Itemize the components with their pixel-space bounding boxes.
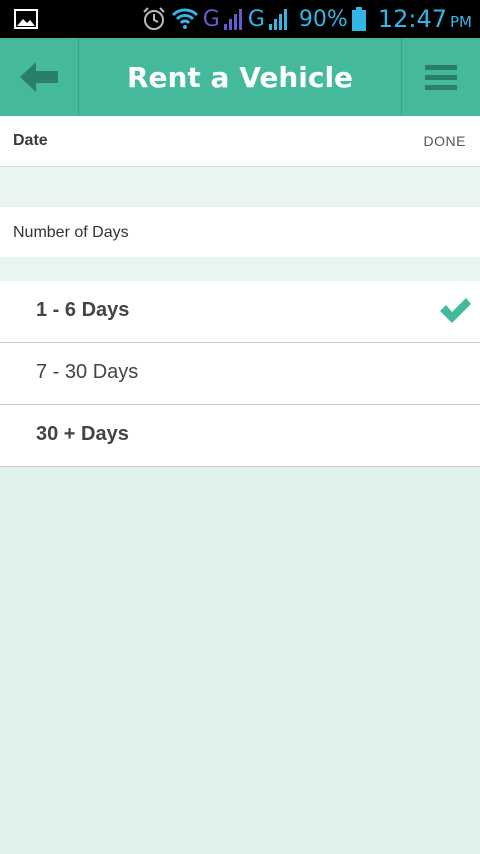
option-label: 30 + Days [36, 423, 129, 445]
checkmark-icon [440, 298, 471, 323]
option-label: 1 - 6 Days [36, 299, 130, 321]
option-7-30-days[interactable]: 7 - 30 Days [0, 343, 480, 405]
page-title: Rent a Vehicle [126, 60, 354, 94]
date-label: Date [13, 132, 48, 149]
signal-icon [223, 9, 242, 30]
option-30-plus-days[interactable]: 30 + Days [0, 405, 480, 467]
hamburger-menu-icon [425, 65, 457, 90]
clock-time: 12:47 [377, 5, 447, 33]
battery-percent: 90% [298, 6, 348, 32]
wifi-icon [171, 8, 198, 29]
status-bar: G G 90% 12:47 PM [0, 0, 480, 38]
battery-icon [351, 7, 366, 31]
number-of-days-label: Number of Days [13, 224, 129, 241]
network-type-2: G [247, 6, 265, 32]
option-label: 7 - 30 Days [36, 361, 139, 383]
clock: 12:47 PM [378, 5, 472, 33]
number-of-days-row: Number of Days [0, 206, 480, 258]
arrow-left-icon [20, 62, 58, 92]
menu-button[interactable] [401, 38, 480, 116]
section-divider [0, 167, 480, 206]
option-1-6-days[interactable]: 1 - 6 Days [0, 281, 480, 343]
network-type-1: G [202, 6, 220, 32]
signal-icon [268, 9, 287, 30]
app-header: Rent a Vehicle [0, 38, 480, 116]
clock-ampm: PM [450, 13, 472, 31]
section-divider [0, 257, 480, 281]
back-button[interactable] [0, 38, 79, 116]
alarm-icon [143, 7, 165, 30]
done-button[interactable]: DONE [424, 133, 466, 149]
date-row[interactable]: Date DONE [0, 116, 480, 167]
gallery-icon [14, 9, 38, 29]
